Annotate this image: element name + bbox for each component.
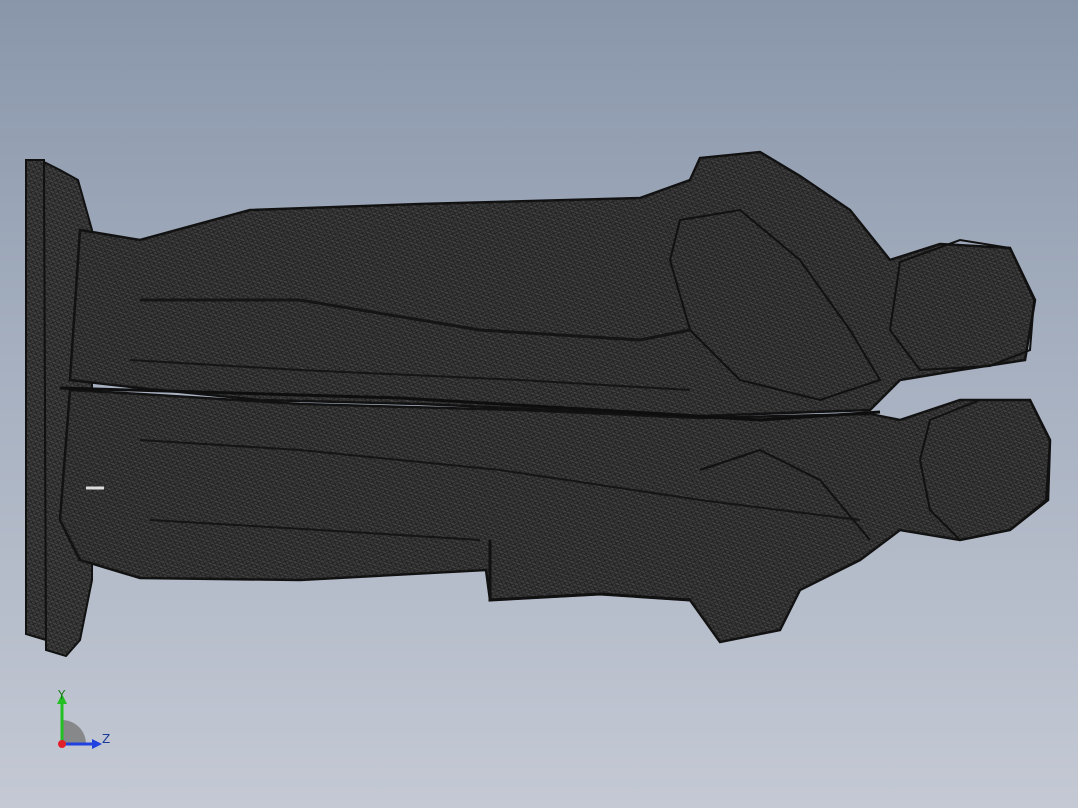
x-axis-point-icon: [58, 740, 66, 748]
triad-y-label: Y: [58, 688, 66, 702]
graphics-viewport[interactable]: Y Z: [0, 0, 1078, 808]
statue-figure-lower: [58, 388, 1052, 644]
triad-z-label: Z: [102, 732, 111, 746]
triad-quadrant-icon: [62, 720, 86, 744]
wireframe-statue-model[interactable]: [0, 0, 1078, 808]
statue-figure-upper: [68, 150, 1037, 418]
